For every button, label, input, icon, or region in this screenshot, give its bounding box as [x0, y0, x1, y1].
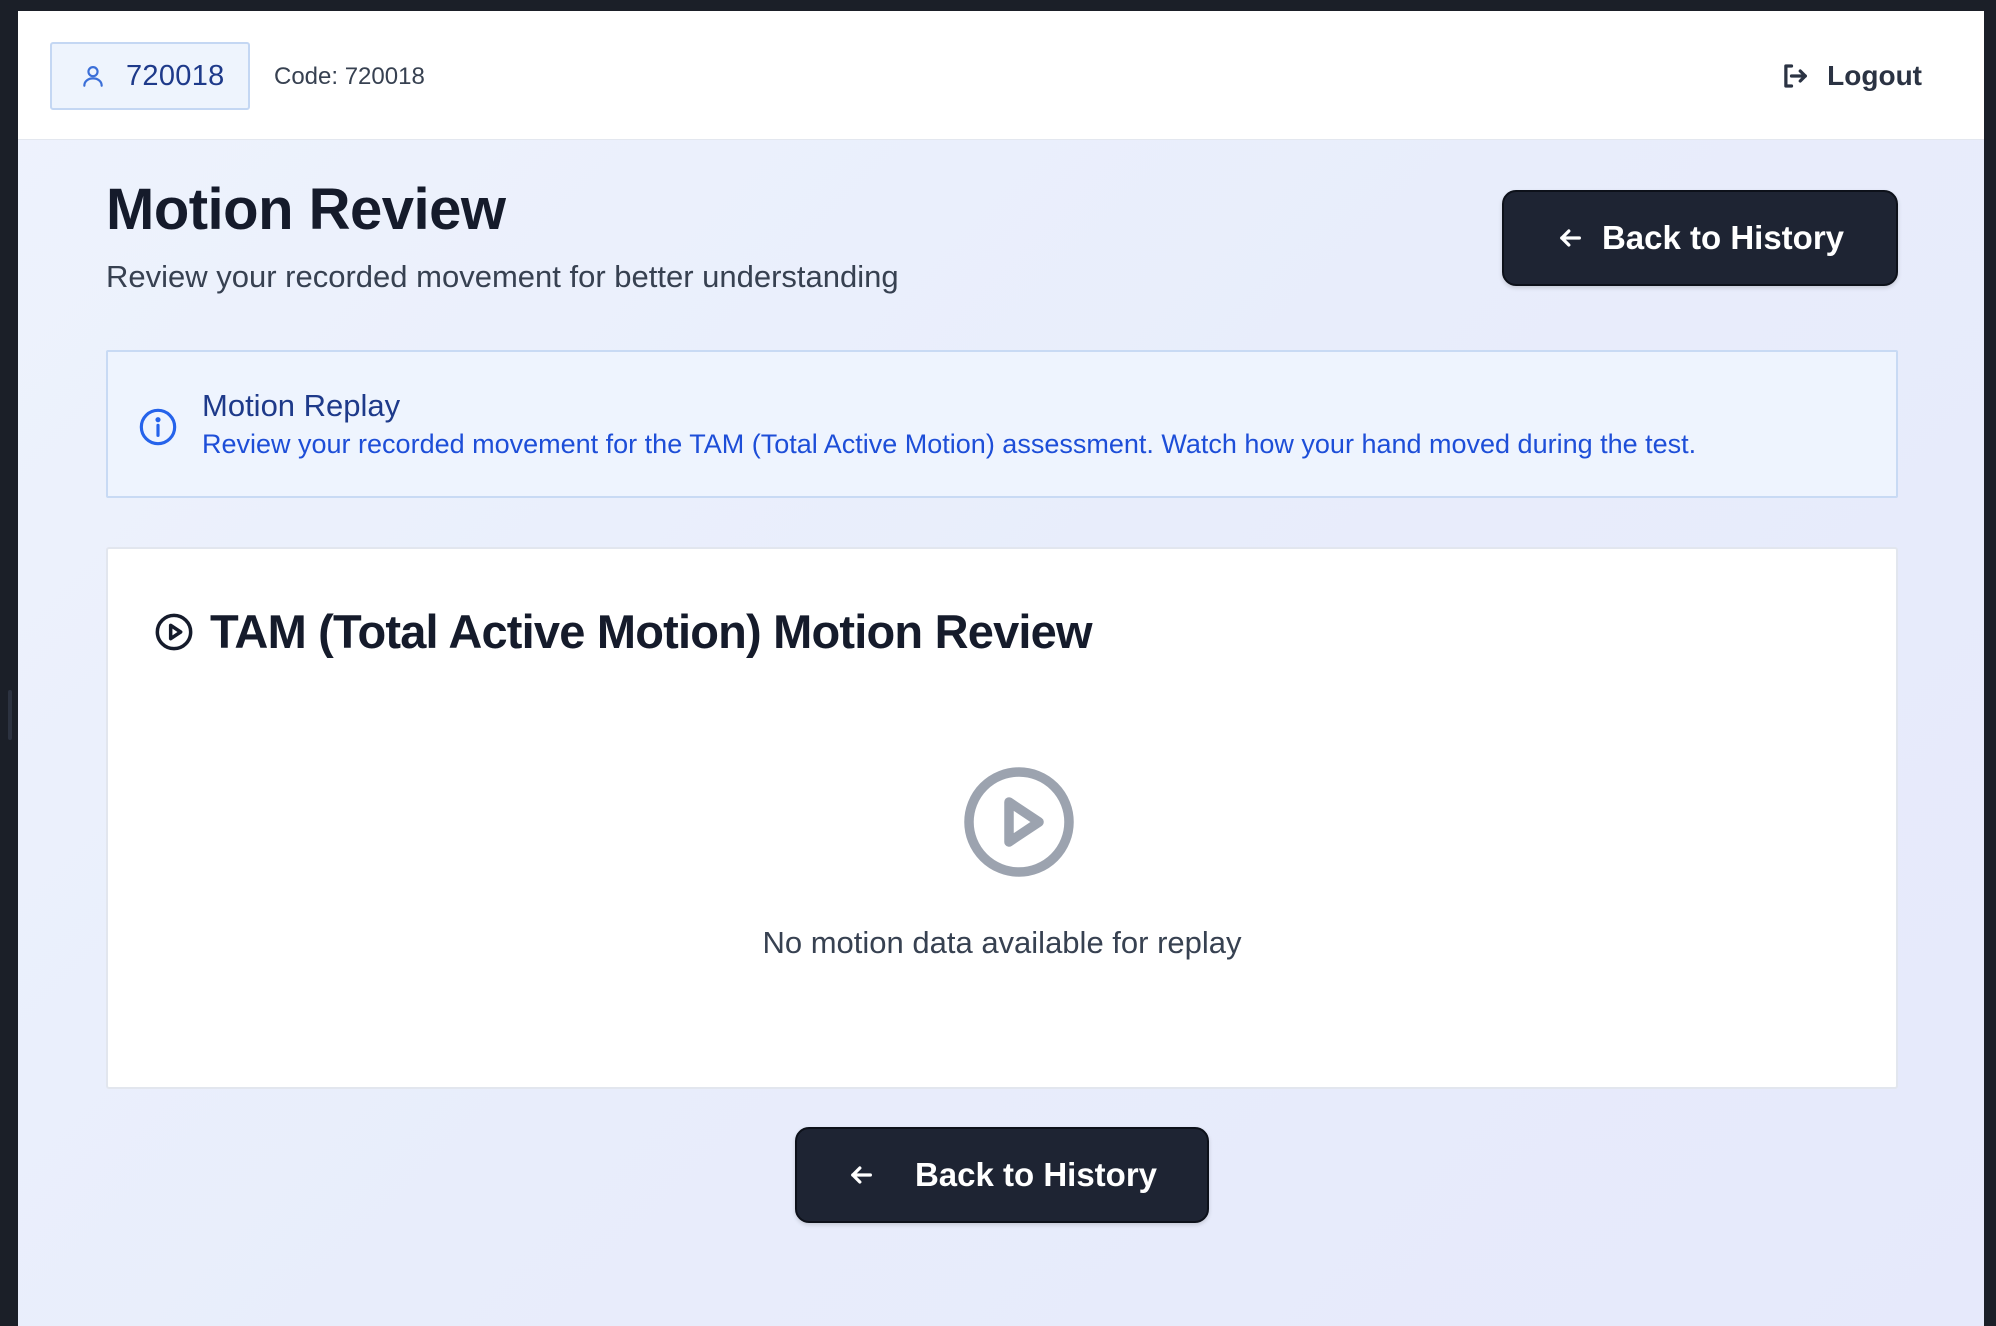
patient-code: Code: 720018 — [274, 63, 425, 90]
page-subtitle: Review your recorded movement for better… — [106, 259, 899, 294]
back-to-history-label: Back to History — [1601, 219, 1845, 256]
logout-button[interactable]: Logout — [1779, 51, 1922, 101]
arrow-left-icon — [1556, 224, 1584, 252]
motion-replay-info: Motion Replay Review your recorded movem… — [106, 350, 1898, 498]
info-title: Motion Replay — [202, 388, 401, 423]
user-id: 720018 — [126, 59, 225, 92]
back-to-history-button[interactable]: Back to History — [1502, 190, 1898, 286]
info-description: Review your recorded movement for the TA… — [202, 429, 1697, 459]
window-edge-marker — [8, 690, 12, 740]
play-circle-icon — [154, 612, 194, 652]
logout-icon — [1779, 61, 1809, 91]
back-to-history-label: Back to History — [914, 1156, 1158, 1193]
back-to-history-button-bottom[interactable]: Back to History — [795, 1127, 1209, 1223]
user-icon — [80, 62, 106, 90]
motion-review-card: TAM (Total Active Motion) Motion Review … — [106, 547, 1898, 1089]
arrow-left-icon — [847, 1161, 875, 1189]
play-circle-icon — [959, 762, 1079, 882]
logout-label: Logout — [1827, 60, 1922, 91]
user-badge[interactable]: 720018 — [50, 42, 250, 110]
app-window: 720018 Code: 720018 Logout Motion Review… — [18, 11, 1984, 1326]
card-header: TAM (Total Active Motion) Motion Review — [154, 604, 1093, 659]
page-title: Motion Review — [106, 177, 506, 242]
empty-state-message: No motion data available for replay — [762, 925, 1242, 960]
top-bar: 720018 Code: 720018 Logout — [18, 11, 1984, 140]
info-icon — [138, 407, 178, 447]
card-title: TAM (Total Active Motion) Motion Review — [210, 605, 1093, 658]
